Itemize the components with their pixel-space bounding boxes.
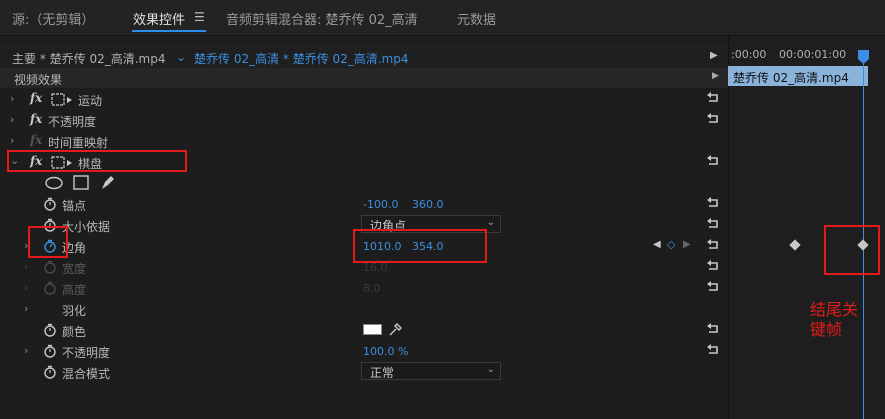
height-value: 8.0: [363, 282, 381, 295]
fx-toggle-icon[interactable]: fx: [30, 91, 42, 105]
opacity-value[interactable]: 100.0 %: [363, 345, 408, 358]
reset-icon[interactable]: [706, 196, 720, 210]
eyedropper-icon[interactable]: [388, 322, 402, 337]
tab-metadata[interactable]: 元数据: [457, 9, 496, 28]
prop-color: 颜色: [0, 320, 728, 341]
mask-tools-row: [0, 173, 728, 194]
fx-toggle-icon: fx: [30, 133, 43, 147]
effect-row-time-remap[interactable]: › fx 时间重映射: [0, 131, 728, 152]
prev-keyframe-icon[interactable]: ◀: [653, 239, 661, 250]
chevron-down-icon[interactable]: ⌄: [176, 50, 186, 64]
highlight-end-keyframe: [824, 225, 880, 275]
effect-row-opacity[interactable]: › fx 不透明度: [0, 110, 728, 131]
prop-label: 羽化: [62, 304, 87, 318]
effect-name: 不透明度: [48, 115, 97, 129]
effect-name: 运动: [78, 94, 103, 108]
add-keyframe-icon[interactable]: ◇: [667, 238, 675, 251]
chevron-right-icon: ›: [24, 260, 29, 273]
reset-icon[interactable]: [706, 112, 720, 126]
highlight-stopwatch: [28, 226, 68, 258]
reset-icon[interactable]: [706, 322, 720, 336]
tab-source[interactable]: 源:（无剪辑）: [12, 9, 94, 28]
reset-icon[interactable]: [706, 343, 720, 357]
chevron-right-icon[interactable]: ›: [10, 92, 14, 105]
blend-mode-dropdown[interactable]: 正常 ⌄: [361, 362, 501, 380]
prop-label: 大小依据: [62, 220, 111, 234]
chevron-right-icon[interactable]: ›: [10, 134, 14, 147]
reset-icon[interactable]: [706, 280, 720, 294]
play-icon[interactable]: ▶: [712, 71, 719, 81]
prop-height: › 高度 8.0: [0, 278, 728, 299]
annotation-text: 结尾关 键帧: [810, 300, 858, 340]
prop-label: 不透明度: [62, 346, 111, 360]
tab-effect-controls[interactable]: 效果控件: [133, 9, 185, 28]
stopwatch-icon[interactable]: [43, 197, 57, 211]
effect-row-motion[interactable]: › fx 运动: [0, 89, 728, 110]
prop-opacity: › 不透明度 100.0 %: [0, 341, 728, 362]
prop-label: 颜色: [62, 325, 87, 339]
stopwatch-icon[interactable]: [43, 365, 57, 379]
chevron-down-icon: ⌄: [486, 364, 495, 375]
section-title: 视频效果: [14, 73, 63, 87]
prop-label: 混合模式: [62, 367, 111, 381]
prop-label: 宽度: [62, 262, 87, 276]
timecode-1s: 00:00:01:00: [779, 48, 847, 61]
sequence-clip-label[interactable]: 楚乔传 02_高清 * 楚乔传 02_高清.mp4: [194, 50, 409, 67]
chevron-down-icon: ⌄: [486, 217, 495, 228]
prop-feather: › 羽化: [0, 299, 728, 320]
annotation-line-1: 结尾关: [810, 300, 859, 319]
chevron-right-icon: ›: [24, 281, 29, 294]
video-effects-header: 视频效果 ▶: [0, 68, 728, 88]
dropdown-value: 正常: [370, 366, 395, 380]
prop-label: 锚点: [62, 199, 87, 213]
clip-selector-row: 主要 * 楚乔传 02_高清.mp4 ⌄ 楚乔传 02_高清 * 楚乔传 02_…: [0, 44, 728, 68]
stopwatch-icon[interactable]: [43, 323, 57, 337]
prop-blend-mode: 混合模式 正常 ⌄: [0, 362, 728, 383]
panel-menu-icon[interactable]: ☰: [194, 10, 205, 24]
reset-icon[interactable]: [706, 91, 720, 105]
rectangle-mask-icon[interactable]: [73, 175, 89, 191]
clip-bar[interactable]: 楚乔传 02_高清.mp4: [728, 66, 868, 86]
reset-icon[interactable]: [706, 154, 720, 168]
chevron-right-icon[interactable]: ›: [24, 344, 28, 357]
chevron-right-icon[interactable]: ›: [10, 113, 14, 126]
ellipse-mask-icon[interactable]: [44, 176, 64, 190]
reset-icon[interactable]: [706, 238, 720, 252]
panel-tab-bar: 源:（无剪辑） 效果控件 ☰ 音频剪辑混合器: 楚乔传 02_高清 元数据: [0, 0, 885, 36]
clip-name: 楚乔传 02_高清.mp4: [733, 71, 849, 85]
highlight-corner-values: [353, 229, 487, 263]
pen-mask-icon[interactable]: [100, 174, 116, 191]
stopwatch-icon: [44, 260, 56, 274]
effect-name: 时间重映射: [48, 136, 109, 150]
annotation-line-2: 键帧: [810, 320, 843, 339]
chevron-right-icon[interactable]: ›: [24, 302, 28, 315]
prop-label: 高度: [62, 283, 87, 297]
transform-icon[interactable]: [51, 93, 73, 107]
master-clip-label[interactable]: 主要 * 楚乔传 02_高清.mp4: [12, 50, 165, 67]
stopwatch-icon[interactable]: [43, 344, 57, 358]
prop-anchor: 锚点 -100.0 360.0: [0, 194, 728, 215]
tab-audio-clip-mixer[interactable]: 音频剪辑混合器: 楚乔传 02_高清: [226, 9, 418, 28]
stopwatch-icon: [44, 281, 56, 295]
fx-toggle-icon[interactable]: fx: [30, 112, 42, 126]
highlight-checkerboard: [7, 150, 187, 172]
active-tab-indicator: [132, 30, 206, 32]
color-swatch[interactable]: [363, 324, 382, 335]
reset-icon[interactable]: [706, 259, 720, 273]
anchor-y-value[interactable]: 360.0: [412, 198, 444, 211]
play-clip-icon[interactable]: ▶: [710, 50, 718, 61]
playhead-handle-icon[interactable]: [857, 50, 870, 65]
next-keyframe-icon[interactable]: ▶: [683, 239, 691, 250]
reset-icon[interactable]: [706, 217, 720, 231]
anchor-x-value[interactable]: -100.0: [363, 198, 398, 211]
timecode-start: :00:00: [731, 48, 767, 61]
